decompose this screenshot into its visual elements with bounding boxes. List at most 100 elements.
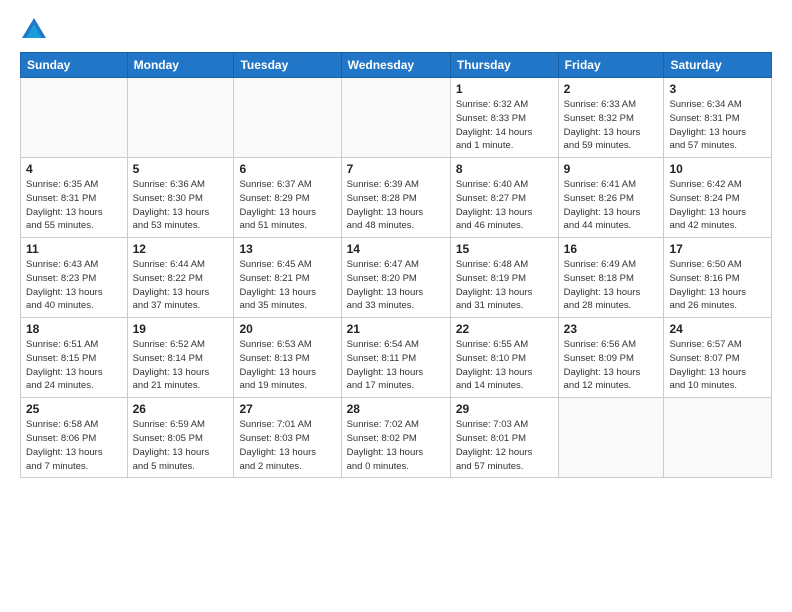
day-number: 26	[133, 402, 229, 416]
day-info: Sunrise: 6:53 AM Sunset: 8:13 PM Dayligh…	[239, 338, 335, 393]
day-number: 28	[347, 402, 445, 416]
day-info: Sunrise: 6:59 AM Sunset: 8:05 PM Dayligh…	[133, 418, 229, 473]
calendar-cell	[21, 78, 128, 158]
day-info: Sunrise: 6:54 AM Sunset: 8:11 PM Dayligh…	[347, 338, 445, 393]
calendar-cell: 6 Sunrise: 6:37 AM Sunset: 8:29 PM Daylig…	[234, 158, 341, 238]
day-number: 12	[133, 242, 229, 256]
calendar-cell: 23 Sunrise: 6:56 AM Sunset: 8:09 PM Dayli…	[558, 318, 664, 398]
day-number: 16	[564, 242, 659, 256]
calendar-cell: 4 Sunrise: 6:35 AM Sunset: 8:31 PM Daylig…	[21, 158, 128, 238]
calendar-cell: 25 Sunrise: 6:58 AM Sunset: 8:06 PM Dayli…	[21, 398, 128, 478]
day-number: 13	[239, 242, 335, 256]
day-info: Sunrise: 6:34 AM Sunset: 8:31 PM Dayligh…	[669, 98, 766, 153]
day-info: Sunrise: 6:37 AM Sunset: 8:29 PM Dayligh…	[239, 178, 335, 233]
day-number: 4	[26, 162, 122, 176]
calendar-cell	[664, 398, 772, 478]
calendar-cell	[234, 78, 341, 158]
calendar-header-wednesday: Wednesday	[341, 53, 450, 78]
calendar-cell: 19 Sunrise: 6:52 AM Sunset: 8:14 PM Dayli…	[127, 318, 234, 398]
calendar-header-thursday: Thursday	[450, 53, 558, 78]
day-info: Sunrise: 6:44 AM Sunset: 8:22 PM Dayligh…	[133, 258, 229, 313]
calendar-cell: 2 Sunrise: 6:33 AM Sunset: 8:32 PM Daylig…	[558, 78, 664, 158]
calendar-week-row: 25 Sunrise: 6:58 AM Sunset: 8:06 PM Dayli…	[21, 398, 772, 478]
calendar-cell	[127, 78, 234, 158]
day-info: Sunrise: 7:02 AM Sunset: 8:02 PM Dayligh…	[347, 418, 445, 473]
calendar-header-tuesday: Tuesday	[234, 53, 341, 78]
day-info: Sunrise: 7:03 AM Sunset: 8:01 PM Dayligh…	[456, 418, 553, 473]
day-number: 22	[456, 322, 553, 336]
calendar-cell: 15 Sunrise: 6:48 AM Sunset: 8:19 PM Dayli…	[450, 238, 558, 318]
day-info: Sunrise: 6:51 AM Sunset: 8:15 PM Dayligh…	[26, 338, 122, 393]
day-number: 8	[456, 162, 553, 176]
calendar-cell: 20 Sunrise: 6:53 AM Sunset: 8:13 PM Dayli…	[234, 318, 341, 398]
calendar-header-sunday: Sunday	[21, 53, 128, 78]
calendar-cell: 17 Sunrise: 6:50 AM Sunset: 8:16 PM Dayli…	[664, 238, 772, 318]
calendar-table: SundayMondayTuesdayWednesdayThursdayFrid…	[20, 52, 772, 478]
day-number: 24	[669, 322, 766, 336]
day-number: 7	[347, 162, 445, 176]
calendar-cell: 13Sunrise: 6:45 AM Sunset: 8:21 PM Dayli…	[234, 238, 341, 318]
day-number: 17	[669, 242, 766, 256]
day-number: 19	[133, 322, 229, 336]
day-info: Sunrise: 6:43 AM Sunset: 8:23 PM Dayligh…	[26, 258, 122, 313]
calendar-header-friday: Friday	[558, 53, 664, 78]
calendar-cell: 11 Sunrise: 6:43 AM Sunset: 8:23 PM Dayli…	[21, 238, 128, 318]
day-number: 10	[669, 162, 766, 176]
calendar-week-row: 11 Sunrise: 6:43 AM Sunset: 8:23 PM Dayli…	[21, 238, 772, 318]
day-number: 11	[26, 242, 122, 256]
day-number: 23	[564, 322, 659, 336]
day-info: Sunrise: 6:48 AM Sunset: 8:19 PM Dayligh…	[456, 258, 553, 313]
calendar-cell: 18 Sunrise: 6:51 AM Sunset: 8:15 PM Dayli…	[21, 318, 128, 398]
calendar-cell: 12 Sunrise: 6:44 AM Sunset: 8:22 PM Dayli…	[127, 238, 234, 318]
calendar-cell: 8 Sunrise: 6:40 AM Sunset: 8:27 PM Daylig…	[450, 158, 558, 238]
calendar-cell: 27Sunrise: 7:01 AM Sunset: 8:03 PM Dayli…	[234, 398, 341, 478]
day-number: 18	[26, 322, 122, 336]
day-info: Sunrise: 6:50 AM Sunset: 8:16 PM Dayligh…	[669, 258, 766, 313]
day-number: 14	[347, 242, 445, 256]
calendar-header-monday: Monday	[127, 53, 234, 78]
calendar-cell: 21 Sunrise: 6:54 AM Sunset: 8:11 PM Dayli…	[341, 318, 450, 398]
day-info: Sunrise: 6:36 AM Sunset: 8:30 PM Dayligh…	[133, 178, 229, 233]
calendar-header-saturday: Saturday	[664, 53, 772, 78]
day-number: 20	[239, 322, 335, 336]
day-info: Sunrise: 6:39 AM Sunset: 8:28 PM Dayligh…	[347, 178, 445, 233]
calendar-cell: 14 Sunrise: 6:47 AM Sunset: 8:20 PM Dayli…	[341, 238, 450, 318]
day-number: 6	[239, 162, 335, 176]
day-number: 25	[26, 402, 122, 416]
day-number: 1	[456, 82, 553, 96]
day-info: Sunrise: 6:58 AM Sunset: 8:06 PM Dayligh…	[26, 418, 122, 473]
calendar-cell: 7 Sunrise: 6:39 AM Sunset: 8:28 PM Daylig…	[341, 158, 450, 238]
page: SundayMondayTuesdayWednesdayThursdayFrid…	[0, 0, 792, 612]
day-number: 15	[456, 242, 553, 256]
day-info: Sunrise: 6:35 AM Sunset: 8:31 PM Dayligh…	[26, 178, 122, 233]
day-info: Sunrise: 6:42 AM Sunset: 8:24 PM Dayligh…	[669, 178, 766, 233]
logo-icon	[20, 16, 48, 44]
day-info: Sunrise: 6:57 AM Sunset: 8:07 PM Dayligh…	[669, 338, 766, 393]
calendar-cell: 1Sunrise: 6:32 AM Sunset: 8:33 PM Daylig…	[450, 78, 558, 158]
day-info: Sunrise: 6:47 AM Sunset: 8:20 PM Dayligh…	[347, 258, 445, 313]
calendar-cell: 10 Sunrise: 6:42 AM Sunset: 8:24 PM Dayli…	[664, 158, 772, 238]
day-info: Sunrise: 6:52 AM Sunset: 8:14 PM Dayligh…	[133, 338, 229, 393]
calendar-cell: 28 Sunrise: 7:02 AM Sunset: 8:02 PM Dayli…	[341, 398, 450, 478]
day-info: Sunrise: 6:40 AM Sunset: 8:27 PM Dayligh…	[456, 178, 553, 233]
calendar-cell: 22Sunrise: 6:55 AM Sunset: 8:10 PM Dayli…	[450, 318, 558, 398]
calendar-cell: 3 Sunrise: 6:34 AM Sunset: 8:31 PM Daylig…	[664, 78, 772, 158]
day-info: Sunrise: 6:33 AM Sunset: 8:32 PM Dayligh…	[564, 98, 659, 153]
calendar-cell: 26 Sunrise: 6:59 AM Sunset: 8:05 PM Dayli…	[127, 398, 234, 478]
day-number: 21	[347, 322, 445, 336]
calendar-cell: 9 Sunrise: 6:41 AM Sunset: 8:26 PM Daylig…	[558, 158, 664, 238]
calendar-week-row: 18 Sunrise: 6:51 AM Sunset: 8:15 PM Dayli…	[21, 318, 772, 398]
day-info: Sunrise: 6:41 AM Sunset: 8:26 PM Dayligh…	[564, 178, 659, 233]
logo	[20, 16, 52, 44]
calendar-week-row: 4 Sunrise: 6:35 AM Sunset: 8:31 PM Daylig…	[21, 158, 772, 238]
day-number: 5	[133, 162, 229, 176]
calendar-cell	[341, 78, 450, 158]
header	[20, 16, 772, 44]
calendar-header-row: SundayMondayTuesdayWednesdayThursdayFrid…	[21, 53, 772, 78]
day-number: 9	[564, 162, 659, 176]
day-number: 29	[456, 402, 553, 416]
day-info: Sunrise: 7:01 AM Sunset: 8:03 PM Dayligh…	[239, 418, 335, 473]
day-number: 2	[564, 82, 659, 96]
day-number: 3	[669, 82, 766, 96]
day-info: Sunrise: 6:56 AM Sunset: 8:09 PM Dayligh…	[564, 338, 659, 393]
